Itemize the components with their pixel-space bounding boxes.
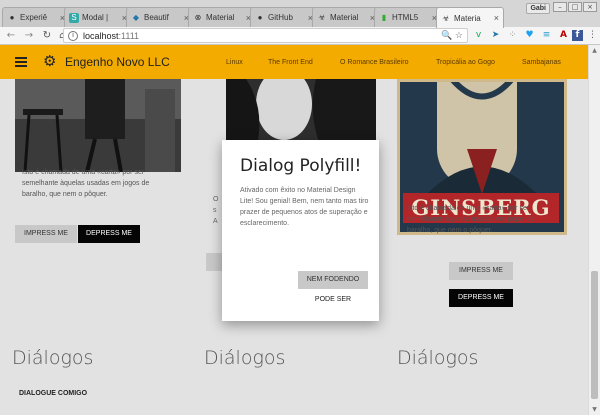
- code-icon: ◆: [132, 13, 140, 22]
- material-icon: ⊗: [194, 13, 202, 22]
- card-text-partial: OsA: [213, 196, 219, 225]
- github-icon: ●: [257, 13, 263, 22]
- dialog-title: Dialog Polyfill!: [240, 156, 362, 176]
- depress-me-button[interactable]: DEPRESS ME: [449, 289, 513, 307]
- address-bar[interactable]: i localhost:1111 🔍 ☆: [63, 28, 468, 43]
- close-window-icon[interactable]: ×: [583, 2, 597, 12]
- hamburger-icon[interactable]: [15, 57, 27, 69]
- browser-tab[interactable]: ☣ Material ×: [312, 7, 380, 27]
- gears-icon: ⚙: [43, 52, 57, 70]
- brand-title: Engenho Novo LLC: [65, 55, 170, 69]
- dialogue-button[interactable]: DIALOGUE COMIGO: [19, 390, 87, 397]
- back-icon[interactable]: ←: [4, 29, 18, 43]
- page-scrollbar[interactable]: ▲ ▼: [588, 45, 600, 415]
- extension-grid-icon[interactable]: ⁘: [506, 29, 519, 42]
- scroll-up-icon[interactable]: ▲: [589, 47, 600, 54]
- forward-icon[interactable]: →: [22, 29, 36, 43]
- section-title: Diálogos: [397, 347, 479, 369]
- biohazard-icon: ☣: [318, 13, 326, 22]
- extension-arrow-icon[interactable]: ➤: [489, 29, 502, 42]
- nem-fodendo-button[interactable]: NEM FODENDO: [298, 271, 368, 289]
- scroll-down-icon[interactable]: ▼: [589, 406, 600, 413]
- reload-icon[interactable]: ↻: [40, 29, 54, 43]
- browser-tab[interactable]: ⊗ Material ×: [188, 7, 256, 27]
- extension-a-icon[interactable]: A: [557, 29, 570, 42]
- app-bar: ⚙ Engenho Novo LLC Linux The Front End O…: [0, 45, 588, 79]
- nav-link-romance[interactable]: O Romance Brasileiro: [340, 59, 408, 66]
- html-icon: ▮: [381, 13, 387, 22]
- biohazard-icon: ☣: [442, 13, 450, 23]
- github-icon: ●: [9, 13, 15, 22]
- dialog-body: Ativado com êxito no Material Design Lit…: [240, 187, 369, 227]
- bookmark-star-icon[interactable]: 🔍 ☆: [441, 30, 463, 41]
- section-title: Diálogos: [204, 347, 286, 369]
- extension-lines-icon[interactable]: ≡: [540, 29, 553, 42]
- close-icon[interactable]: ×: [494, 13, 499, 23]
- card-photo: [15, 79, 181, 172]
- facebook-icon[interactable]: f: [572, 30, 583, 41]
- browser-tab[interactable]: ▮ HTML5 ×: [374, 7, 442, 27]
- browser-tab[interactable]: ● GitHub ×: [250, 7, 318, 27]
- depress-me-button[interactable]: DEPRESS ME: [78, 225, 140, 243]
- card-text: Isto é chamada de uma «carta» por ser se…: [407, 205, 535, 234]
- impress-me-button[interactable]: IMPRESS ME: [449, 262, 513, 280]
- extension-v-icon[interactable]: v: [472, 29, 485, 42]
- minimize-icon[interactable]: –: [553, 2, 567, 12]
- profile-button[interactable]: Gabi: [526, 3, 550, 14]
- menu-icon[interactable]: ⋮: [586, 29, 599, 42]
- browser-tab-active[interactable]: ☣ Materia ×: [436, 7, 504, 28]
- dialog-polyfill: Dialog Polyfill! Ativado com êxito no Ma…: [222, 140, 379, 321]
- window-controls: – □ ×: [553, 2, 597, 12]
- browser-tab[interactable]: ● Experiê ×: [2, 7, 70, 27]
- browser-toolbar: ← → ↻ ⌂ i localhost:1111 🔍 ☆ v ➤ ⁘ ♥ ≡ A…: [0, 27, 600, 45]
- s-icon: S: [69, 12, 79, 23]
- nav-link-front-end[interactable]: The Front End: [268, 59, 313, 66]
- nav-link-sambajanas[interactable]: Sambajanas: [522, 59, 561, 66]
- page-viewport: ⚙ Engenho Novo LLC Linux The Front End O…: [0, 45, 588, 415]
- nav-link-tropicalia[interactable]: Tropicália ao Gogo: [436, 59, 495, 66]
- maximize-icon[interactable]: □: [568, 2, 582, 12]
- browser-tab[interactable]: ◆ Beautif ×: [126, 7, 194, 27]
- impress-me-button-partial[interactable]: [206, 253, 222, 271]
- impress-me-button[interactable]: IMPRESS ME: [15, 225, 77, 243]
- card-text: Isto é chamada de uma «carta» por ser se…: [22, 169, 150, 198]
- scrollbar-thumb[interactable]: [591, 271, 598, 399]
- info-icon[interactable]: i: [68, 30, 78, 41]
- nav-link-linux[interactable]: Linux: [226, 59, 243, 66]
- twitter-icon[interactable]: ♥: [523, 29, 536, 42]
- tab-strip: ● Experiê × S Modal | × ◆ Beautif × ⊗ Material ×…: [0, 0, 600, 28]
- pode-ser-button[interactable]: PODE SER: [298, 291, 368, 309]
- section-title: Diálogos: [12, 347, 94, 369]
- browser-tab[interactable]: S Modal | ×: [64, 7, 132, 27]
